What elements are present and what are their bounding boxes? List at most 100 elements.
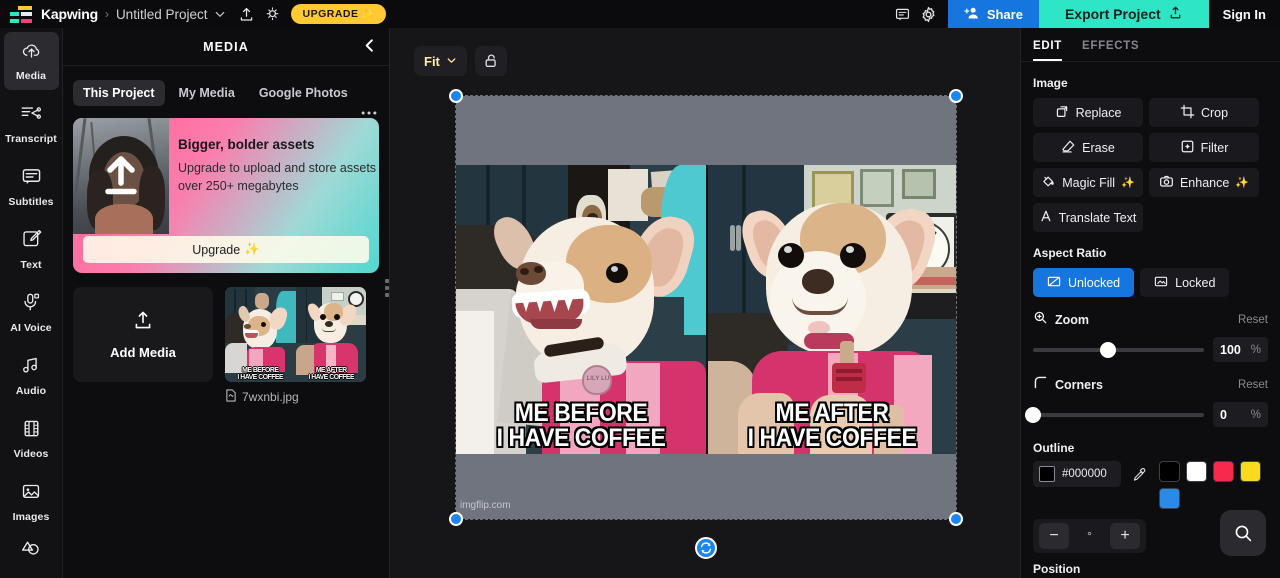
resize-handle-top-right[interactable]	[949, 89, 963, 103]
chevron-left-icon[interactable]	[362, 38, 377, 58]
asset-cap-l2: I HAVE COFFEE	[237, 371, 284, 381]
shapes-icon	[20, 539, 42, 564]
aspect-ratio-unlocked-button[interactable]: Unlocked	[1033, 268, 1135, 297]
corners-slider-track[interactable]	[1025, 406, 1204, 423]
resize-handle-bottom-left[interactable]	[449, 512, 463, 526]
asset-thumbnail[interactable]: ME BEFORE I HAVE COFFEE ME AFTER I HAVE …	[225, 287, 366, 382]
promo-subtitle: Upgrade to upload and store assets over …	[178, 160, 377, 193]
project-menu-chevron-down-icon[interactable]	[207, 1, 233, 27]
upgrade-button[interactable]: UPGRADE ✨	[291, 4, 387, 24]
eraser-icon	[1061, 139, 1076, 157]
promo-photo	[73, 118, 169, 234]
enhance-button[interactable]: Enhance ✨	[1149, 168, 1259, 197]
erase-button[interactable]: Erase	[1033, 133, 1143, 162]
promo-upgrade-button[interactable]: Upgrade ✨	[83, 236, 369, 263]
search-icon[interactable]	[1220, 510, 1266, 556]
outline-swatches	[1158, 461, 1268, 509]
sidebar-item-audio[interactable]: Audio	[4, 347, 59, 405]
corners-value: 0	[1220, 407, 1227, 422]
tab-google-photos[interactable]: Google Photos	[249, 80, 358, 106]
share-button[interactable]: Share	[947, 0, 1039, 28]
outline-width-value: °	[1087, 529, 1092, 543]
decrement-button[interactable]: −	[1039, 523, 1069, 549]
resize-handle-bottom-right[interactable]	[949, 512, 963, 526]
tab-effects[interactable]: EFFECTS	[1082, 40, 1139, 61]
header-actions: Share Export Project Sign In	[890, 0, 1280, 28]
canvas-area[interactable]: Fit LILY LU ME BEFORE I HAVE COFFEE ME A…	[390, 28, 1020, 578]
tab-this-project[interactable]: This Project	[73, 80, 165, 106]
filter-button[interactable]: Filter	[1149, 133, 1259, 162]
image-section-label: Image	[1033, 76, 1068, 90]
filter-icon	[1180, 139, 1195, 157]
project-name[interactable]: Untitled Project	[116, 7, 208, 22]
zoom-mode-dropdown[interactable]: Fit	[414, 46, 467, 76]
corners-value-field[interactable]: 0 %	[1213, 402, 1268, 427]
zoom-slider-track[interactable]	[1033, 341, 1204, 358]
outline-current-swatch[interactable]	[1039, 466, 1055, 482]
sidebar-item-transcript[interactable]: Transcript	[4, 95, 59, 153]
outline-color-field[interactable]: #000000	[1033, 461, 1121, 487]
sidebar-label-images: Images	[12, 510, 50, 523]
swatch-black[interactable]	[1158, 461, 1180, 482]
zoom-value-field[interactable]: 100 %	[1213, 337, 1268, 362]
zoom-slider-knob[interactable]	[1100, 341, 1117, 358]
swatch-red[interactable]	[1212, 461, 1234, 482]
zoom-reset-link[interactable]: Reset	[1238, 314, 1268, 326]
sidebar-item-ai-voice[interactable]: AI Voice	[4, 284, 59, 342]
tab-edit[interactable]: EDIT	[1033, 40, 1062, 61]
music-note-icon	[21, 356, 41, 380]
replace-button[interactable]: Replace	[1033, 98, 1143, 127]
selection-frame	[455, 95, 957, 520]
export-project-button[interactable]: Export Project	[1038, 0, 1209, 28]
upload-icon[interactable]	[233, 1, 259, 27]
sidebar-label-audio: Audio	[15, 384, 47, 397]
eyedropper-icon[interactable]	[1129, 461, 1151, 487]
replace-icon	[1055, 104, 1070, 122]
swatch-white[interactable]	[1185, 461, 1207, 482]
add-media-button[interactable]: Add Media	[73, 287, 213, 382]
outline-hex-value: #000000	[1062, 468, 1107, 480]
brand-name[interactable]: Kapwing	[41, 6, 98, 22]
comment-icon[interactable]	[890, 1, 916, 27]
aspect-ratio-options: Unlocked Locked	[1021, 260, 1280, 297]
list-item[interactable]: ME BEFORE I HAVE COFFEE ME AFTER I HAVE …	[225, 287, 366, 405]
sidebar-item-images[interactable]: Images	[4, 473, 59, 531]
add-person-icon	[964, 6, 980, 23]
selected-image-stage[interactable]: LILY LU ME BEFORE I HAVE COFFEE ME AFTER…	[449, 89, 963, 559]
crop-label: Crop	[1200, 105, 1229, 120]
swatch-yellow[interactable]	[1239, 461, 1261, 482]
resize-handle-top-left[interactable]	[449, 89, 463, 103]
more-horizontal-icon[interactable]	[361, 108, 377, 116]
sidebar-item-subtitles[interactable]: Subtitles	[4, 158, 59, 216]
erase-label: Erase	[1082, 140, 1115, 155]
corners-slider-knob[interactable]	[1025, 406, 1041, 423]
lightbulb-icon[interactable]	[259, 1, 285, 27]
translate-text-button[interactable]: Translate Text	[1033, 203, 1143, 232]
zoom-mode-label: Fit	[424, 53, 440, 69]
tab-my-media[interactable]: My Media	[169, 80, 245, 106]
rotate-icon[interactable]	[695, 537, 717, 559]
canvas-toolbar: Fit	[414, 46, 507, 76]
increment-button[interactable]: +	[1110, 523, 1140, 549]
unlock-icon[interactable]	[474, 46, 507, 76]
sidebar-item-text[interactable]: Text	[4, 221, 59, 279]
sign-in-button[interactable]: Sign In	[1209, 7, 1280, 22]
aspect-ratio-locked-button[interactable]: Locked	[1140, 268, 1230, 297]
sidebar-item-shapes[interactable]	[4, 536, 59, 566]
outline-label: Outline	[1033, 441, 1075, 455]
sidebar-item-videos[interactable]: Videos	[4, 410, 59, 468]
sparkle-icon: ✨	[1121, 177, 1135, 189]
asset-filename-row: 7wxnbi.jpg	[225, 389, 366, 405]
drag-grip-icon[interactable]	[385, 279, 389, 297]
swatch-blue[interactable]	[1158, 488, 1180, 509]
upgrade-promo-card[interactable]: Bigger, bolder assets Upgrade to upload …	[73, 118, 379, 273]
crop-button[interactable]: Crop	[1149, 98, 1259, 127]
media-panel-header: MEDIA	[63, 28, 389, 66]
sidebar-item-media[interactable]: Media	[3, 32, 59, 90]
gear-icon[interactable]	[916, 1, 942, 27]
kapwing-logo-icon[interactable]	[10, 5, 32, 23]
corners-reset-link[interactable]: Reset	[1238, 379, 1268, 391]
magic-fill-button[interactable]: Magic Fill ✨	[1033, 168, 1143, 197]
magnify-icon	[1033, 310, 1048, 330]
image-icon	[21, 482, 41, 506]
